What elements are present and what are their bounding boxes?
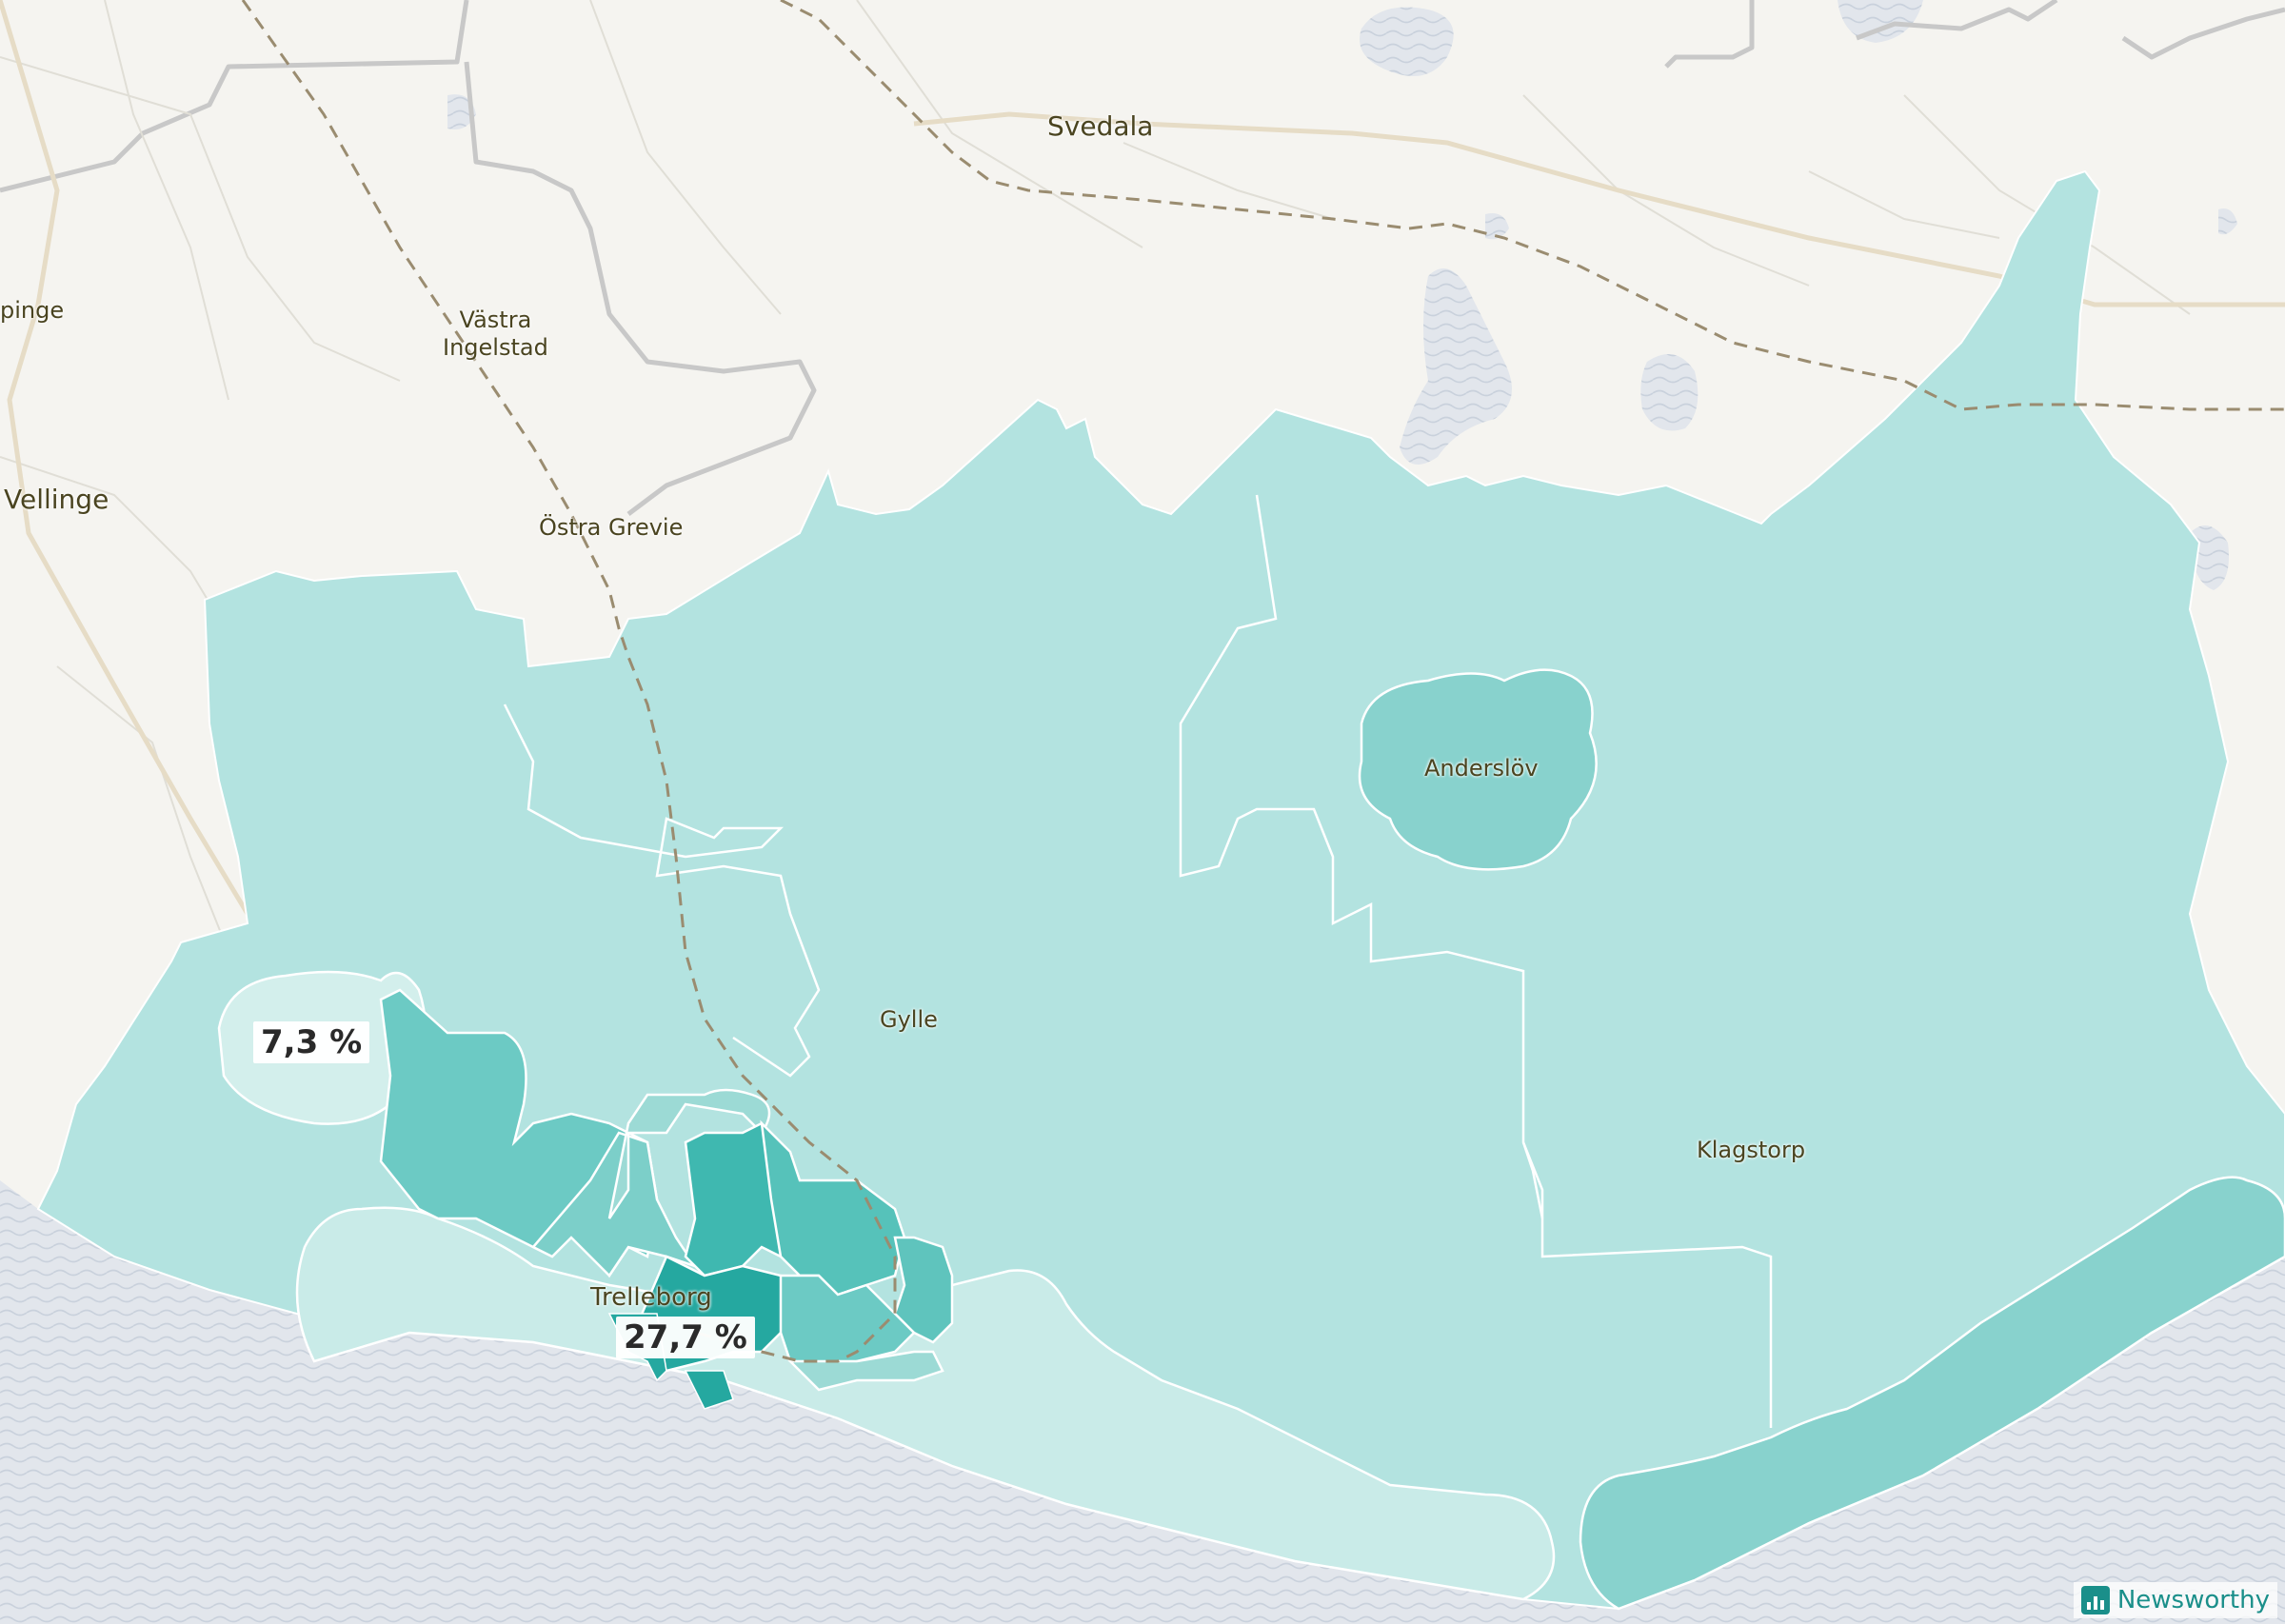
value-label-high: 27,7 % [616,1317,755,1358]
place-label-trelleborg: Trelleborg [590,1283,712,1312]
map-canvas [0,0,2285,1624]
bar-chart-icon [2080,1586,2110,1614]
place-label-ostra-grevie: Östra Grevie [539,514,684,541]
value-label-low: 7,3 % [253,1021,370,1063]
place-label-klagstorp: Klagstorp [1697,1137,1806,1163]
choropleth-map[interactable]: Svedala Västra Ingelstad Vellinge pinge … [0,0,2285,1624]
place-label-gylle: Gylle [880,1006,938,1033]
place-label-svedala: Svedala [1047,110,1154,142]
place-label-vellinge: Vellinge [4,484,109,515]
place-label-vastra-ingelstad: Västra Ingelstad [443,307,548,361]
newsworthy-attribution[interactable]: Newsworthy [2073,1582,2277,1618]
place-label-anderslov: Anderslöv [1424,755,1539,782]
place-label-pinge: pinge [0,297,65,324]
brand-name: Newsworthy [2116,1586,2270,1614]
